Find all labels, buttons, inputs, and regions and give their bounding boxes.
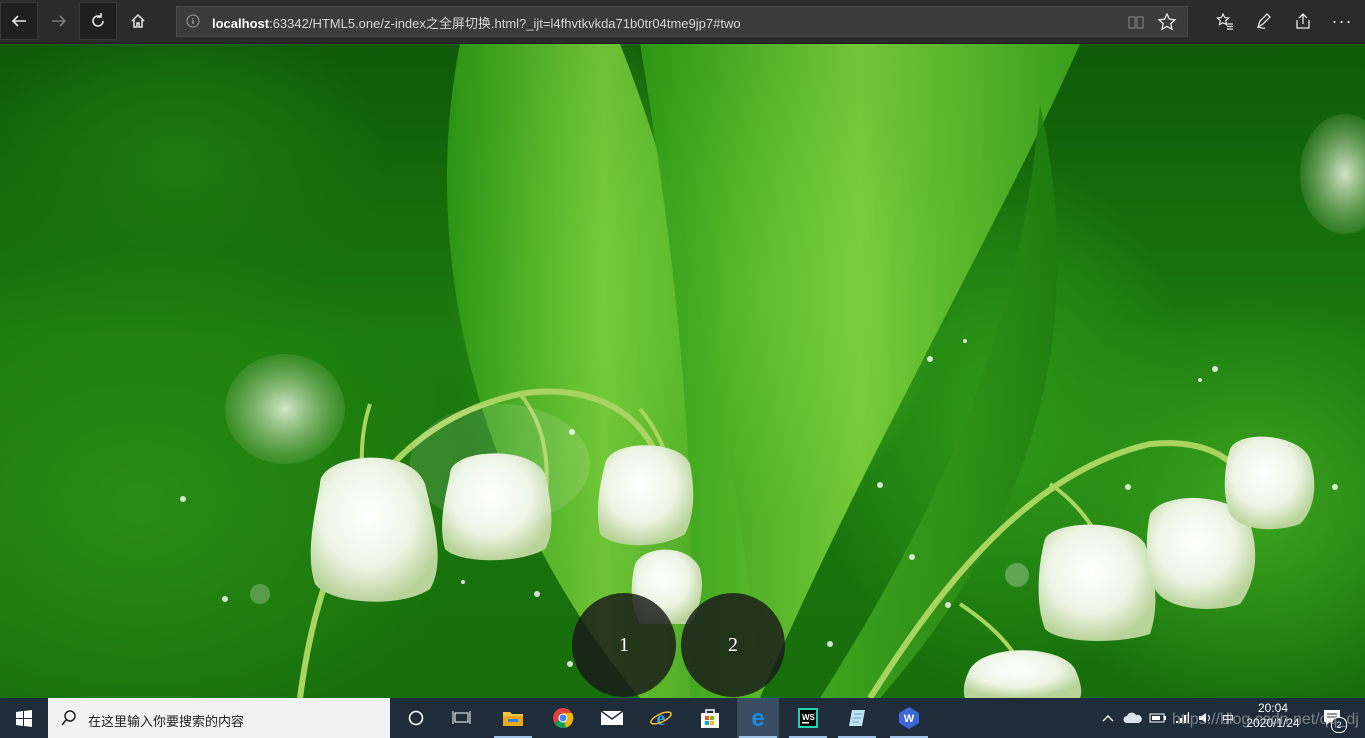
forward-button[interactable]	[41, 3, 77, 39]
edge-button[interactable]: e	[737, 698, 779, 738]
favorites-hub-button[interactable]	[1207, 3, 1243, 39]
store-icon	[701, 709, 719, 728]
task-view-button[interactable]	[441, 698, 483, 738]
fullscreen-slide: 1 2	[0, 44, 1365, 698]
slide-2-button[interactable]: 2	[681, 593, 785, 697]
more-icon: ···	[1331, 10, 1353, 31]
cortana-circle-icon	[408, 710, 424, 726]
favorites-list-icon	[1216, 12, 1233, 30]
internet-explorer-button[interactable]: e	[640, 698, 682, 738]
search-placeholder: 在这里输入你要搜索的内容	[88, 715, 245, 730]
webstorm-icon: WS	[798, 708, 818, 728]
chrome-button[interactable]	[542, 698, 584, 738]
lily-of-the-valley-background	[180, 44, 1365, 698]
more-button[interactable]: ···	[1324, 3, 1360, 39]
slide-1-label: 1	[619, 633, 629, 656]
cortana-button[interactable]	[395, 698, 437, 738]
chevron-up-icon	[1102, 715, 1114, 722]
tray-cloud-button[interactable]	[1121, 698, 1145, 738]
pen-icon	[1256, 13, 1271, 29]
internet-explorer-icon: e	[650, 708, 672, 729]
edge-icon: e	[751, 707, 764, 729]
chrome-icon	[553, 708, 574, 729]
share-button[interactable]	[1285, 3, 1321, 39]
webstorm-button[interactable]: WS	[787, 698, 829, 738]
windows-taskbar: 在这里输入你要搜索的内容 e e WS W 中 20:04 2020/1/24 …	[0, 698, 1365, 738]
slide-2-label: 2	[728, 633, 738, 656]
star-icon[interactable]	[1157, 12, 1177, 32]
windows-logo-icon	[15, 710, 32, 727]
start-button[interactable]	[0, 698, 47, 738]
refresh-button[interactable]	[79, 2, 117, 40]
svg-text:W: W	[904, 713, 915, 725]
svg-text:e: e	[657, 708, 666, 729]
wps-icon: W	[899, 707, 919, 729]
tray-battery-button[interactable]	[1147, 698, 1169, 738]
browser-toolbar: localhost:63342/HTML5.one/z-index之全屏切换.h…	[0, 0, 1365, 44]
reading-view-icon[interactable]	[1127, 13, 1145, 31]
url-text: localhost:63342/HTML5.one/z-index之全屏切换.h…	[212, 16, 741, 31]
tray-overflow-button[interactable]	[1099, 698, 1117, 738]
forward-arrow-icon	[52, 15, 67, 27]
cloud-icon	[1123, 712, 1142, 723]
csdn-watermark: https://blog.csdn.net/qq_dj	[1172, 711, 1359, 728]
taskbar-search[interactable]: 在这里输入你要搜索的内容	[48, 698, 390, 738]
wps-button[interactable]: W	[888, 698, 930, 738]
back-button[interactable]	[0, 2, 38, 40]
refresh-icon	[92, 13, 104, 27]
store-button[interactable]	[689, 698, 731, 738]
slide-1-button[interactable]: 1	[572, 593, 676, 697]
search-icon	[61, 710, 76, 726]
mail-button[interactable]	[591, 698, 633, 738]
mail-icon	[600, 710, 624, 725]
svg-text:e: e	[751, 707, 764, 729]
file-explorer-icon	[503, 712, 523, 726]
info-icon	[186, 14, 200, 28]
share-icon	[1296, 13, 1310, 29]
file-explorer-button[interactable]	[492, 698, 534, 738]
notes-app-button[interactable]	[836, 698, 878, 738]
svg-text:WS: WS	[802, 713, 816, 722]
home-icon	[131, 13, 145, 28]
back-arrow-icon	[11, 15, 26, 27]
notes-app-icon	[849, 710, 865, 726]
task-view-icon	[452, 711, 471, 724]
address-bar[interactable]: localhost:63342/HTML5.one/z-index之全屏切换.h…	[176, 6, 1188, 37]
battery-icon	[1149, 713, 1166, 723]
home-button[interactable]	[120, 3, 156, 39]
notes-button[interactable]	[1246, 3, 1282, 39]
